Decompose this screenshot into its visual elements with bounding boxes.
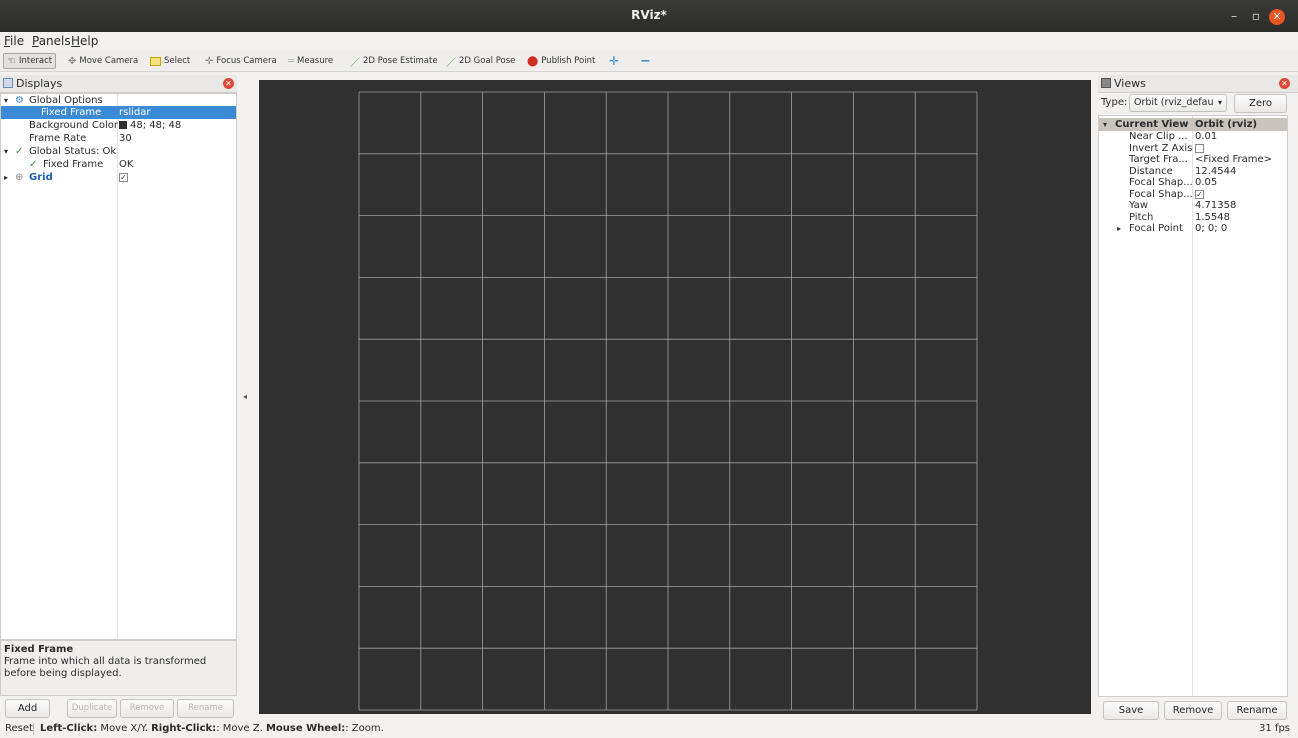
interact-tool[interactable]: ☜ Interact [3, 53, 57, 69]
view-prop-value[interactable]: 0; 0; 0 [1195, 222, 1227, 235]
menu-file[interactable]: File [4, 34, 24, 48]
fps-counter: 31 fps [1259, 723, 1290, 734]
collapse-arrow-icon[interactable]: ▾ [4, 145, 8, 158]
view-type-label: Type: [1101, 97, 1128, 108]
expand-arrow-icon[interactable]: ▸ [4, 171, 8, 184]
ruler-icon: ═ [288, 55, 295, 67]
displays-icon [3, 78, 13, 88]
crosshair-icon: ✛ [205, 55, 214, 67]
menu-panels[interactable]: Panels [32, 34, 71, 48]
move-camera-tool[interactable]: ✥ Move Camera [68, 53, 138, 69]
tree-row-global-status[interactable]: ▾ ✓ Global Status: Ok [1, 145, 236, 158]
select-tool[interactable]: Select [150, 53, 190, 69]
toolbar: ☜ Interact ✥ Move Camera Select ✛ Focus Cam… [0, 50, 1298, 72]
zero-button[interactable]: Zero [1234, 94, 1287, 113]
checkmark-icon: ✓ [29, 159, 38, 170]
green-arrow-icon: ／ [350, 57, 360, 69]
rename-display-button[interactable]: Rename [177, 699, 234, 718]
add-tool-button[interactable]: ✛ [609, 53, 619, 69]
close-button[interactable]: ✕ [1269, 9, 1285, 25]
tree-row-background-color[interactable]: Background Color 48; 48; 48 [1, 119, 236, 132]
title-bar: RViz* – ▫ ✕ [0, 0, 1298, 32]
view-prop-checkbox[interactable]: ✓ [1195, 189, 1204, 199]
menu-bar: File Panels Help [0, 32, 1298, 50]
views-close-icon[interactable]: ✕ [1279, 78, 1290, 89]
publish-point-tool[interactable]: ⬤ Publish Point [527, 53, 595, 69]
reset-button[interactable]: Reset [5, 721, 33, 737]
goal-pose-tool[interactable]: ／ 2D Goal Pose [446, 53, 515, 69]
move-arrows-icon: ✥ [68, 55, 77, 67]
hand-icon: ☜ [7, 55, 16, 67]
chevron-down-icon: ▾ [1217, 98, 1222, 107]
window-title: RViz* [631, 8, 667, 22]
remove-display-button[interactable]: Remove [120, 699, 174, 718]
measure-tool[interactable]: ═ Measure [288, 53, 333, 69]
map-pin-icon: ⬤ [527, 55, 539, 67]
property-description: Fixed Frame Frame into which all data is… [0, 640, 237, 696]
views-header: Views ✕ [1098, 75, 1298, 93]
description-text: Frame into which all data is transformed… [4, 656, 207, 679]
grid-canvas [358, 91, 978, 711]
grid-enabled-checkbox[interactable]: ✓ [119, 173, 128, 182]
displays-title: Displays [16, 77, 63, 90]
grid-display-icon: ⊕ [15, 172, 24, 183]
minimize-button[interactable]: – [1226, 9, 1242, 25]
displays-close-icon[interactable]: ✕ [223, 78, 234, 89]
displays-header: Displays ✕ [0, 75, 237, 93]
background-color-value[interactable]: 48; 48; 48 [119, 119, 181, 132]
menu-help[interactable]: Help [71, 34, 98, 48]
views-tree: ▾ Current View Orbit (rviz) Near Clip ..… [1098, 115, 1288, 697]
green-arrow-icon: ／ [446, 57, 456, 69]
focus-camera-tool[interactable]: ✛ Focus Camera [205, 53, 277, 69]
view-prop-label: Focal Point [1129, 223, 1183, 234]
fixed-frame-value[interactable]: rslidar [119, 106, 150, 119]
pose-estimate-tool[interactable]: ／ 2D Pose Estimate [350, 53, 438, 69]
tree-row-frame-rate[interactable]: Frame Rate 30 [1, 132, 236, 145]
save-view-button[interactable]: Save [1103, 701, 1159, 720]
color-swatch [119, 121, 127, 129]
render-viewport[interactable] [259, 80, 1091, 714]
description-title: Fixed Frame [4, 644, 74, 655]
views-title: Views [1114, 77, 1146, 90]
tree-row-fixed-frame[interactable]: Fixed Frame rslidar [1, 106, 236, 119]
left-splitter-arrow-icon[interactable]: ◂ [243, 392, 247, 401]
displays-tree: ▾ ⚙ Global Options Fixed Frame rslidar B… [0, 93, 237, 640]
status-bar: Reset Left-Click: Move X/Y. Right-Click:… [0, 721, 1298, 738]
tree-row-view-prop[interactable]: Focal Point ▸ 0; 0; 0 [1099, 222, 1287, 235]
duplicate-display-button[interactable]: Duplicate [67, 699, 117, 718]
add-display-button[interactable]: Add [5, 699, 50, 718]
tree-row-grid[interactable]: ▸ ⊕ Grid ✓ [1, 171, 236, 184]
rename-view-button[interactable]: Rename [1227, 701, 1287, 720]
status-hint: Left-Click: Move X/Y. Right-Click:: Move… [40, 723, 384, 734]
remove-tool-button[interactable]: − [640, 53, 651, 69]
frame-rate-value[interactable]: 30 [119, 132, 132, 145]
views-icon [1101, 78, 1111, 88]
checkmark-icon: ✓ [15, 146, 24, 157]
select-box-icon [150, 56, 161, 66]
tree-row-status-fixed-frame[interactable]: ✓ Fixed Frame OK [1, 158, 236, 171]
view-type-dropdown[interactable]: Orbit (rviz_defau ▾ [1129, 94, 1227, 112]
view-prop-checkbox[interactable] [1195, 143, 1204, 153]
maximize-button[interactable]: ▫ [1248, 9, 1264, 25]
remove-view-button[interactable]: Remove [1164, 701, 1222, 720]
expand-arrow-icon[interactable]: ▸ [1117, 222, 1121, 235]
